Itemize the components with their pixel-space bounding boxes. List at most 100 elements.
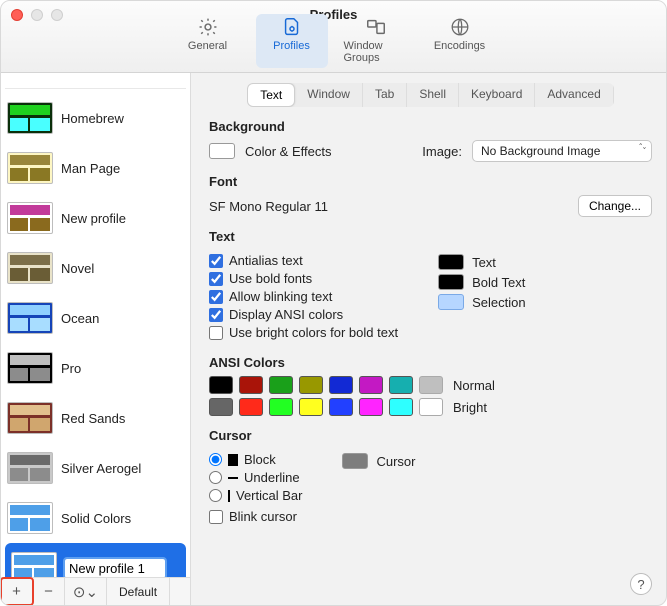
text-heading: Text [209,229,652,244]
tab-advanced[interactable]: Advanced [535,83,613,107]
gear-icon [197,16,219,38]
profile-thumbnail [7,152,53,184]
cursor-color-well[interactable] [342,453,368,469]
profile-name: Red Sands [61,411,125,426]
globe-icon [449,16,471,38]
ansi-color-well[interactable] [389,398,413,416]
cursor-vbar-icon [228,490,230,502]
cursor-heading: Cursor [209,428,652,443]
list-top-edge [5,83,186,89]
profile-thumbnail [7,102,53,134]
blink-cursor-checkbox[interactable] [209,510,223,524]
profile-thumbnail [11,552,57,577]
ansi-color-well[interactable] [209,398,233,416]
profile-actions-menu[interactable]: ⊙⌄ [65,578,107,605]
background-color-well[interactable] [209,143,235,159]
profile-thumbnail [7,452,53,484]
ansi-color-well[interactable] [239,376,263,394]
selection-color-well[interactable] [438,294,464,310]
profile-name: Man Page [61,161,120,176]
toolbar-general[interactable]: General [172,14,244,68]
profile-name: Pro [61,361,81,376]
background-heading: Background [209,119,652,134]
ansi-color-well[interactable] [269,398,293,416]
remove-profile-button[interactable]: − [33,578,65,605]
toolbar-profiles[interactable]: Profiles [256,14,328,68]
ansi-color-well[interactable] [359,398,383,416]
bold-fonts-checkbox[interactable] [209,272,223,286]
profile-row[interactable]: Pro [1,343,190,393]
profile-row[interactable]: Man Page [1,143,190,193]
cursor-underline-radio[interactable] [209,471,222,484]
toolbar-encodings[interactable]: Encodings [424,14,496,68]
profile-row[interactable]: Ocean [1,293,190,343]
tab-text[interactable]: Text [247,83,295,107]
cursor-vbar-radio[interactable] [209,489,222,502]
profile-name: Silver Aerogel [61,461,141,476]
ansi-row-label: Bright [453,400,487,415]
antialias-checkbox[interactable] [209,254,223,268]
ansi-color-well[interactable] [419,376,443,394]
ansi-color-well[interactable] [419,398,443,416]
profile-name: Homebrew [61,111,124,126]
tab-window[interactable]: Window [295,83,363,107]
windows-icon [365,16,387,38]
bold-color-well[interactable] [438,274,464,290]
ansi-color-well[interactable] [329,398,353,416]
profile-row-editing[interactable] [5,543,186,577]
ansi-color-well[interactable] [359,376,383,394]
ansi-checkbox[interactable] [209,308,223,322]
profile-thumbnail [7,402,53,434]
font-heading: Font [209,174,652,189]
profile-thumbnail [7,202,53,234]
toolbar-profiles-label: Profiles [273,40,310,52]
profile-name-input[interactable] [65,559,165,578]
tab-keyboard[interactable]: Keyboard [459,83,535,107]
profile-thumbnail [7,502,53,534]
profile-row[interactable]: New profile [1,193,190,243]
toolbar-window-groups[interactable]: Window Groups [340,14,412,68]
ansi-color-well[interactable] [239,398,263,416]
bright-bold-checkbox[interactable] [209,326,223,340]
bg-image-select[interactable]: No Background Image [472,140,652,162]
profile-row[interactable]: Solid Colors [1,493,190,543]
ansi-color-well[interactable] [299,376,323,394]
profile-thumbnail [7,302,53,334]
blinking-checkbox[interactable] [209,290,223,304]
font-value: SF Mono Regular 11 [209,199,328,214]
profiles-list[interactable]: Homebrew Man Page New profile Novel Ocean Pro… [1,73,190,577]
add-profile-button[interactable]: + [1,578,33,605]
profile-row[interactable]: Red Sands [1,393,190,443]
cursor-block-icon [228,454,238,466]
bg-image-label: Image: [422,144,462,159]
ansi-color-well[interactable] [209,376,233,394]
profile-name: New profile [61,211,126,226]
settings-tabs: TextWindowTabShellKeyboardAdvanced [247,83,614,107]
toolbar-encodings-label: Encodings [434,40,485,52]
ansi-color-well[interactable] [299,398,323,416]
profile-row[interactable]: Silver Aerogel [1,443,190,493]
profile-thumbnail [7,252,53,284]
cursor-underline-icon [228,477,238,479]
default-profile-button[interactable]: Default [107,578,170,605]
ansi-row-label: Normal [453,378,495,393]
cursor-block-radio[interactable] [209,453,222,466]
ansi-heading: ANSI Colors [209,355,652,370]
profile-name: Solid Colors [61,511,131,526]
help-button[interactable]: ? [630,573,652,595]
profile-thumbnail [7,352,53,384]
profile-row[interactable]: Homebrew [1,93,190,143]
color-effects-label: Color & Effects [245,144,331,159]
ansi-color-well[interactable] [329,376,353,394]
document-gear-icon [281,16,303,38]
profile-name: Novel [61,261,94,276]
tab-shell[interactable]: Shell [407,83,459,107]
profile-row[interactable]: Novel [1,243,190,293]
toolbar-window-groups-label: Window Groups [344,40,408,64]
change-font-button[interactable]: Change... [578,195,652,217]
ansi-color-well[interactable] [269,376,293,394]
tab-tab[interactable]: Tab [363,83,407,107]
profile-name: Ocean [61,311,99,326]
ansi-color-well[interactable] [389,376,413,394]
text-color-well[interactable] [438,254,464,270]
